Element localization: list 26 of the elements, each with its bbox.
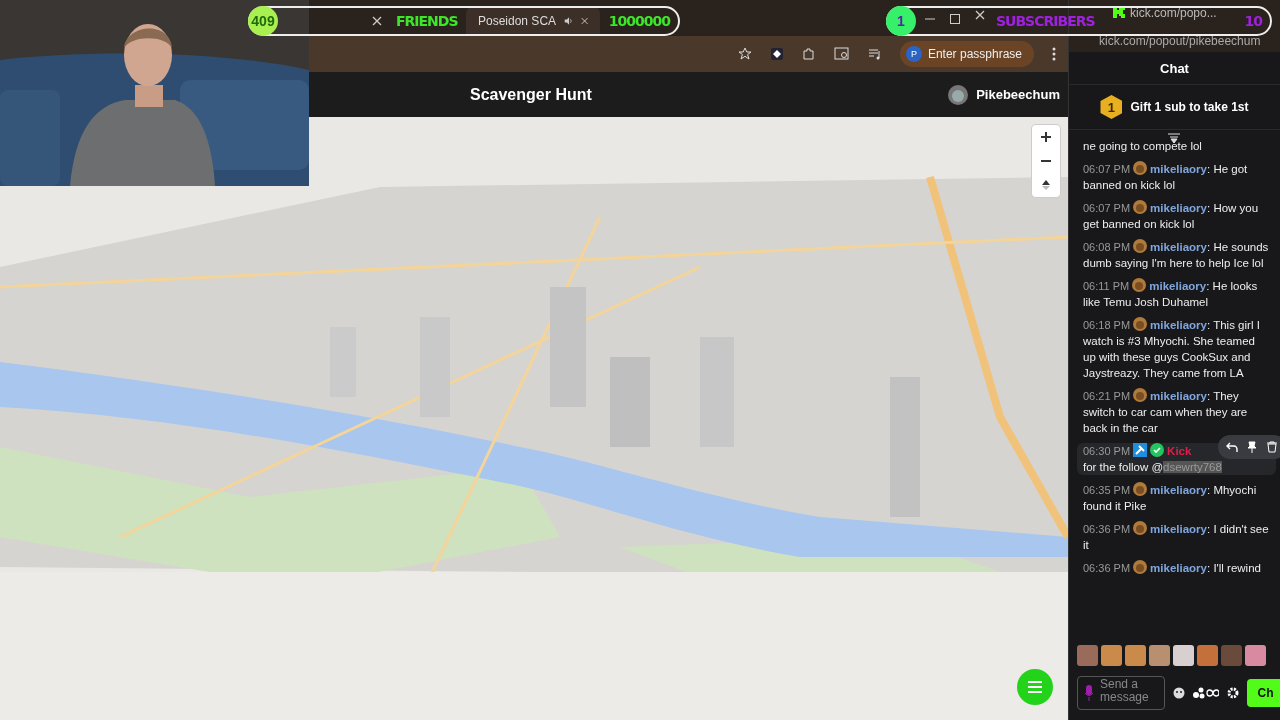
goal-label: FRIENDS xyxy=(396,13,458,29)
chat-message: 06:36 PM mikeliaory: I didn't see it xyxy=(1082,521,1270,553)
profile-avatar: P xyxy=(905,46,922,62)
chat-message: 06:35 PM mikeliaory: Mhyochi found it Pike xyxy=(1082,482,1258,514)
chat-message: 06:07 PM mikeliaory: How you get banned on kick lol xyxy=(1082,200,1260,232)
tab-title: Poseidon SCA xyxy=(478,14,557,28)
gift-text: Gift 1 sub to take 1st xyxy=(1130,100,1249,114)
goal-target: 10 xyxy=(1244,13,1262,29)
message-field[interactable]: Send a message xyxy=(1077,676,1166,710)
chat-message: 06:07 PM mikeliaory: He got banned on kick lol xyxy=(1082,161,1249,193)
chat-message: 06:21 PM mikeliaory: They switch to car cam when they are back in the car xyxy=(1082,388,1249,436)
window-title: kick.com/popo... xyxy=(1130,6,1217,20)
chat-message: 06:36 PM mikeliaory: I'll rewind xyxy=(1082,560,1262,576)
gift-banner[interactable]: 1 Gift 1 sub to take 1st xyxy=(1069,85,1280,130)
chat-message: 06:11 PM mikeliaory: He looks like Temu Josh Duhamel xyxy=(1082,278,1259,310)
goal-label: SUBSCRIBERS xyxy=(996,13,1095,29)
app-title: Scavenger Hunt xyxy=(470,85,592,104)
chat-message: 06:08 PM mikeliaory: He sounds dumb saying I'm here to help Ice lol xyxy=(1082,239,1270,271)
chat-title: Chat xyxy=(1160,60,1189,76)
user-name[interactable]: Pikebeechum xyxy=(976,87,1060,102)
passphrase-button[interactable]: P Enter passphrase xyxy=(899,41,1034,67)
chat-button[interactable]: Ch xyxy=(1247,679,1280,707)
chat-message: ne going to compete lol xyxy=(1082,139,1203,154)
chat-message: 06:18 PM mikeliaory: This girl I watch is #3 Mhyochi. She teamed up with these guys CookSux and Jaystreazy. They came from LA xyxy=(1082,317,1261,381)
rank-badge: 1 xyxy=(1100,95,1123,119)
goal-target: 1000000 xyxy=(608,13,670,29)
